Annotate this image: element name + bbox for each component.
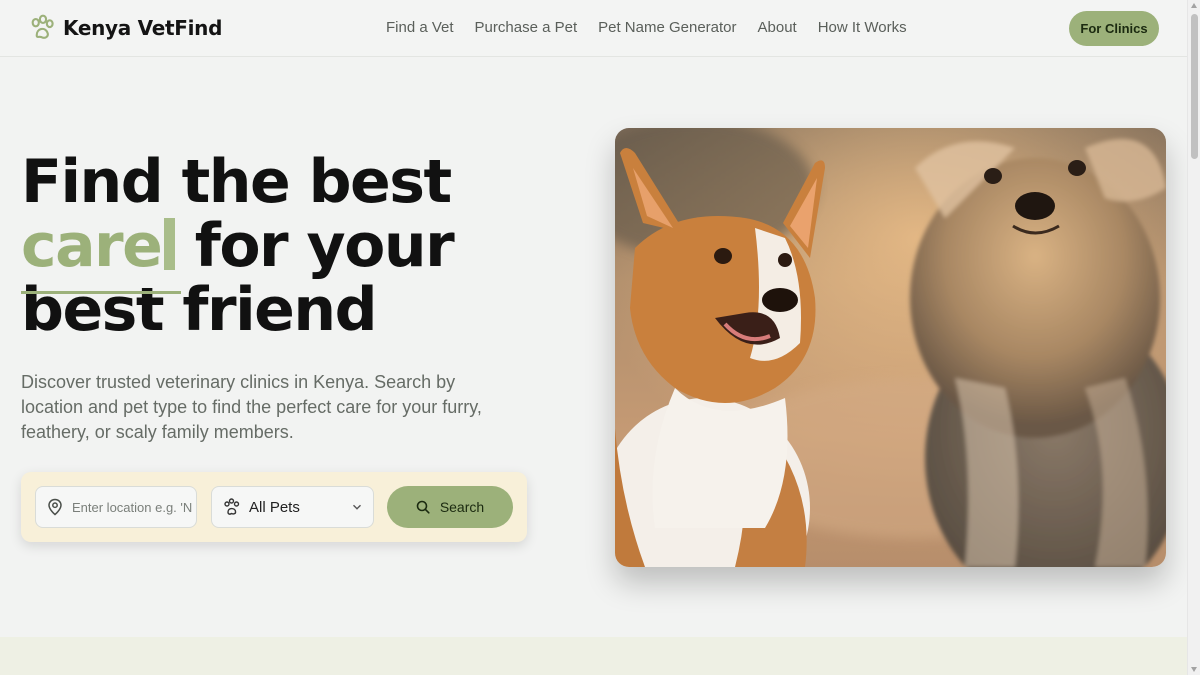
hero-title-line-1: Find the best bbox=[21, 147, 452, 217]
pet-type-select[interactable]: All Pets bbox=[211, 486, 374, 528]
pet-type-value: All Pets bbox=[249, 498, 300, 516]
scrollbar-thumb[interactable] bbox=[1191, 14, 1198, 159]
location-field[interactable] bbox=[35, 486, 197, 528]
chevron-down-icon bbox=[353, 504, 361, 510]
top-navbar: Kenya VetFind Find a Vet Purchase a Pet … bbox=[0, 0, 1187, 57]
nav-link-how-it-works[interactable]: How It Works bbox=[818, 19, 907, 36]
page-scrollbar[interactable] bbox=[1187, 0, 1200, 675]
search-button[interactable]: Search bbox=[387, 486, 513, 528]
hero-title-line-3: best friend bbox=[21, 275, 378, 345]
main-nav: Find a Vet Purchase a Pet Pet Name Gener… bbox=[386, 19, 928, 36]
search-icon bbox=[416, 500, 430, 514]
search-button-label: Search bbox=[439, 499, 485, 515]
next-section-band bbox=[0, 637, 1187, 675]
title-underline-decoration bbox=[21, 291, 181, 294]
location-input[interactable] bbox=[72, 499, 192, 515]
scroll-up-arrow-icon[interactable] bbox=[1191, 3, 1197, 8]
paw-icon bbox=[224, 498, 240, 515]
search-card: All Pets Search bbox=[21, 472, 527, 542]
for-clinics-button[interactable]: For Clinics bbox=[1069, 11, 1159, 46]
nav-link-purchase-a-pet[interactable]: Purchase a Pet bbox=[475, 19, 578, 36]
nav-link-find-a-vet[interactable]: Find a Vet bbox=[386, 19, 454, 36]
hero-dogs-photo bbox=[615, 128, 1166, 567]
typing-caret bbox=[164, 218, 176, 270]
brand-name: Kenya VetFind bbox=[63, 15, 223, 40]
dogs-illustration bbox=[615, 128, 1166, 567]
nav-link-pet-name-generator[interactable]: Pet Name Generator bbox=[598, 19, 736, 36]
paw-icon bbox=[31, 14, 54, 39]
hero-title-accent-word: care bbox=[21, 211, 163, 281]
hero-title-line-2-rest: for your bbox=[175, 211, 455, 281]
hero-title: Find the best care for your best friend bbox=[21, 147, 455, 345]
brand-logo[interactable]: Kenya VetFind bbox=[29, 14, 222, 41]
map-pin-icon bbox=[48, 498, 62, 516]
scroll-down-arrow-icon[interactable] bbox=[1191, 667, 1197, 672]
hero-description: Discover trusted veterinary clinics in K… bbox=[21, 372, 482, 442]
hero-title-line-2: care for your bbox=[21, 211, 455, 281]
nav-link-about[interactable]: About bbox=[758, 19, 797, 36]
